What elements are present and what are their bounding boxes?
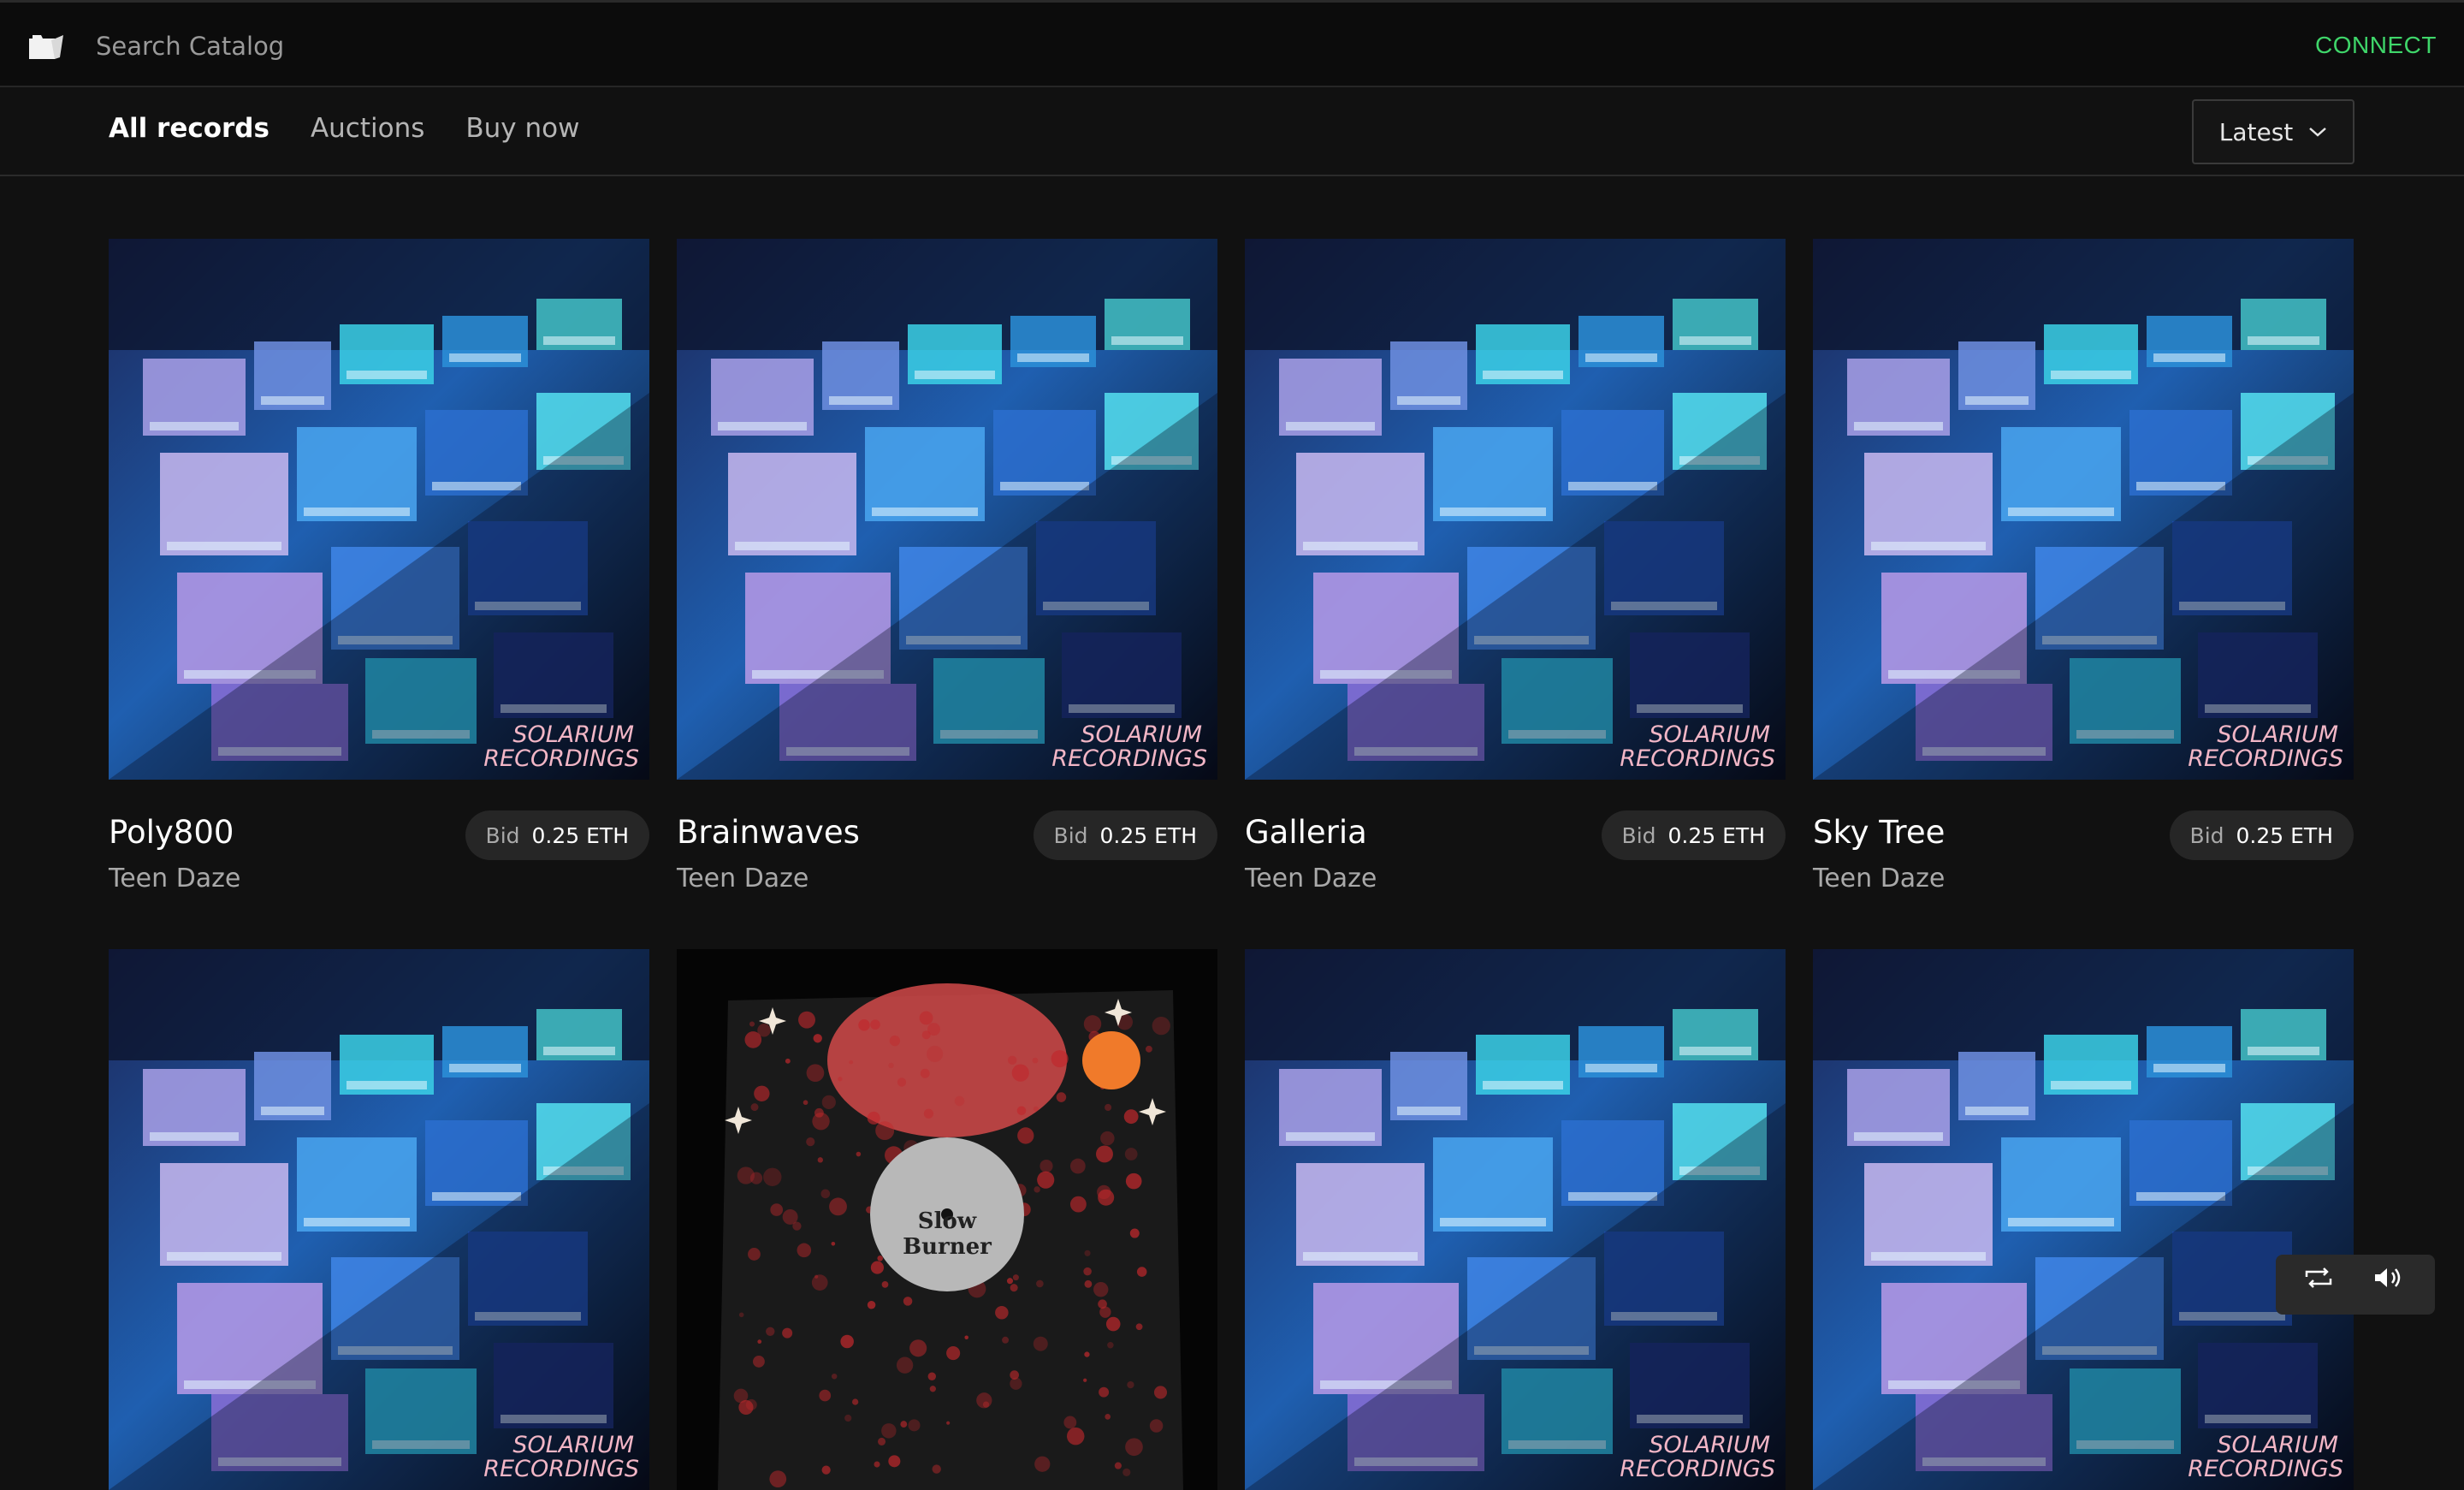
volume-icon[interactable] bbox=[2372, 1265, 2406, 1291]
bid-label: Bid bbox=[1622, 823, 1656, 848]
bid-price: 0.25 ETH bbox=[2236, 823, 2333, 848]
record-title[interactable]: Sky Tree bbox=[1813, 814, 1945, 851]
cover-label: Burner bbox=[903, 1234, 992, 1260]
cover-label: RECORDINGS bbox=[1620, 1456, 1775, 1482]
city-artwork: SOLARIUMRECORDINGS bbox=[1245, 239, 1786, 780]
cover-label: SOLARIUM bbox=[512, 721, 634, 748]
album-cover[interactable]: SOLARIUM RECORDINGS bbox=[1813, 949, 2354, 1490]
bid-label: Bid bbox=[2190, 823, 2224, 848]
record-artist[interactable]: Teen Daze bbox=[109, 864, 240, 893]
record-card[interactable]: SOLARIUM RECORDINGS Sky Tree Teen Daze Bi… bbox=[1813, 239, 2354, 901]
cover-label: SOLARIUM bbox=[1081, 721, 1202, 748]
city-artwork: SOLARIUMRECORDINGS bbox=[677, 239, 1217, 780]
cover-label: RECORDINGS bbox=[2188, 1456, 2343, 1482]
wallet-folder-icon[interactable] bbox=[26, 32, 67, 62]
record-meta: Galleria Teen Daze Bid 0.25 ETH bbox=[1245, 780, 1786, 901]
cover-label: RECORDINGS bbox=[1620, 745, 1775, 772]
cover-label: SOLARIUM bbox=[512, 1432, 634, 1458]
record-card[interactable]: SOLARIUM RECORDINGS bbox=[109, 949, 649, 1490]
city-artwork: SOLARIUMRECORDINGS bbox=[109, 949, 649, 1490]
bid-price: 0.25 ETH bbox=[1100, 823, 1197, 848]
bid-label: Bid bbox=[486, 823, 520, 848]
record-artist[interactable]: Teen Daze bbox=[677, 864, 808, 893]
connect-button[interactable]: CONNECT bbox=[2315, 32, 2437, 59]
album-cover[interactable]: SOLARIUM RECORDINGS bbox=[1245, 239, 1786, 780]
cover-label: SOLARIUM bbox=[2217, 1432, 2338, 1458]
record-artwork: SlowBurner bbox=[677, 949, 1217, 1490]
city-artwork: SOLARIUMRECORDINGS bbox=[1245, 949, 1786, 1490]
album-cover[interactable]: Slow Burner bbox=[677, 949, 1217, 1490]
cover-label: SOLARIUM bbox=[1649, 721, 1770, 748]
record-title[interactable]: Poly800 bbox=[109, 814, 234, 851]
record-title[interactable]: Galleria bbox=[1245, 814, 1367, 851]
bid-button[interactable]: Bid 0.25 ETH bbox=[1602, 810, 1786, 860]
bid-button[interactable]: Bid 0.25 ETH bbox=[2170, 810, 2354, 860]
record-artist[interactable]: Teen Daze bbox=[1245, 864, 1377, 893]
cover-label: SOLARIUM bbox=[1649, 1432, 1770, 1458]
record-card[interactable]: SOLARIUM RECORDINGS bbox=[1245, 949, 1786, 1490]
record-artist[interactable]: Teen Daze bbox=[1813, 864, 1945, 893]
record-card[interactable]: SOLARIUM RECORDINGS Poly800 Teen Daze Bid… bbox=[109, 239, 649, 901]
cover-label: SOLARIUM bbox=[2217, 721, 2338, 748]
record-title[interactable]: Brainwaves bbox=[677, 814, 860, 851]
tab-all-records[interactable]: All records bbox=[109, 113, 270, 144]
filter-bar: All records Auctions Buy now Latest bbox=[0, 87, 2464, 176]
cover-label: RECORDINGS bbox=[483, 745, 639, 772]
bid-button[interactable]: Bid 0.25 ETH bbox=[465, 810, 649, 860]
album-cover[interactable]: SOLARIUM RECORDINGS bbox=[1813, 239, 2354, 780]
album-cover[interactable]: SOLARIUM RECORDINGS bbox=[109, 949, 649, 1490]
record-grid: SOLARIUM RECORDINGS Poly800 Teen Daze Bid… bbox=[109, 239, 2355, 1490]
record-meta: Poly800 Teen Daze Bid 0.25 ETH bbox=[109, 780, 649, 901]
tab-auctions[interactable]: Auctions bbox=[311, 113, 424, 144]
city-artwork: SOLARIUMRECORDINGS bbox=[109, 239, 649, 780]
record-card[interactable]: SOLARIUM RECORDINGS bbox=[1813, 949, 2354, 1490]
bid-price: 0.25 ETH bbox=[532, 823, 629, 848]
record-card[interactable]: SOLARIUM RECORDINGS Brainwaves Teen Daze … bbox=[677, 239, 1217, 901]
record-meta: Brainwaves Teen Daze Bid 0.25 ETH bbox=[677, 780, 1217, 901]
chevron-down-icon bbox=[2308, 126, 2327, 138]
repeat-icon[interactable] bbox=[2301, 1265, 2336, 1291]
album-cover[interactable]: SOLARIUM RECORDINGS bbox=[1245, 949, 1786, 1490]
cover-label: RECORDINGS bbox=[483, 1456, 639, 1482]
record-tabs: All records Auctions Buy now bbox=[109, 113, 579, 144]
album-cover[interactable]: SOLARIUM RECORDINGS bbox=[109, 239, 649, 780]
bid-price: 0.25 ETH bbox=[1668, 823, 1765, 848]
record-meta: Sky Tree Teen Daze Bid 0.25 ETH bbox=[1813, 780, 2354, 901]
cover-label: RECORDINGS bbox=[2188, 745, 2343, 772]
bid-button[interactable]: Bid 0.25 ETH bbox=[1034, 810, 1217, 860]
record-card[interactable]: SOLARIUM RECORDINGS Galleria Teen Daze Bi… bbox=[1245, 239, 1786, 901]
sort-select[interactable]: Latest bbox=[2192, 99, 2354, 164]
album-cover[interactable]: SOLARIUM RECORDINGS bbox=[677, 239, 1217, 780]
city-artwork: SOLARIUMRECORDINGS bbox=[1813, 239, 2354, 780]
top-bar: CONNECT bbox=[0, 0, 2464, 87]
player-controls bbox=[2276, 1255, 2435, 1315]
sort-selected-label: Latest bbox=[2219, 118, 2294, 146]
record-card[interactable]: Slow Burner bbox=[677, 949, 1217, 1490]
bid-label: Bid bbox=[1054, 823, 1088, 848]
city-artwork: SOLARIUMRECORDINGS bbox=[1813, 949, 2354, 1490]
cover-label: Slow bbox=[918, 1208, 977, 1234]
cover-label: RECORDINGS bbox=[1051, 745, 1207, 772]
tab-buy-now[interactable]: Buy now bbox=[465, 113, 579, 144]
search-input[interactable] bbox=[86, 23, 856, 69]
